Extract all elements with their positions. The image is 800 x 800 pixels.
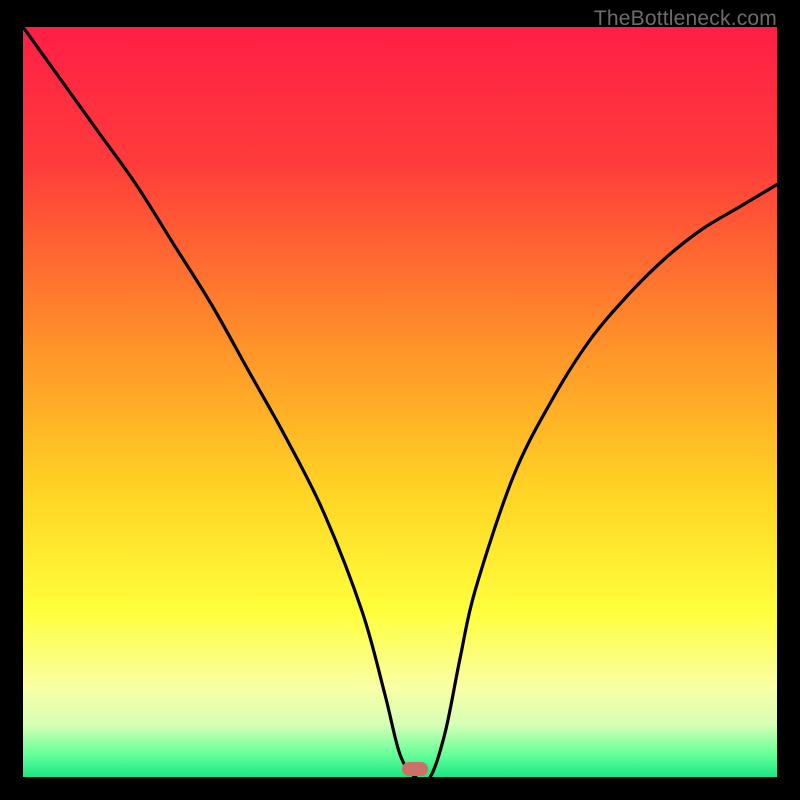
chart-frame: TheBottleneck.com [0, 0, 800, 800]
plot-area [23, 27, 777, 777]
watermark-text: TheBottleneck.com [594, 7, 777, 31]
bottleneck-curve [23, 27, 777, 777]
optimal-marker [402, 762, 428, 776]
